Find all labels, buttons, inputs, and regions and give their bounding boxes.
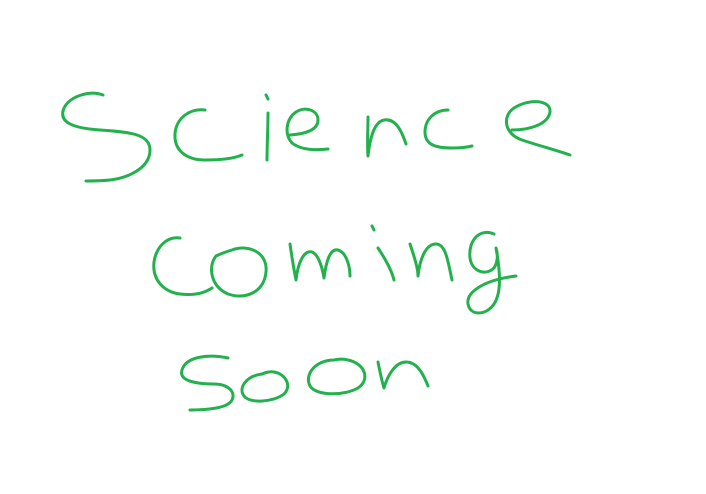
stroke-n2 (408, 242, 454, 282)
stroke-i-dot (264, 93, 270, 101)
stroke-C (152, 236, 214, 296)
paint-canvas: Science Coming soon (0, 0, 706, 494)
stroke-c1 (173, 108, 244, 162)
handwritten-word-coming (152, 224, 518, 315)
stroke-n3 (376, 360, 430, 390)
stroke-e1 (285, 107, 330, 152)
stroke-o3 (307, 357, 367, 396)
stroke-o2 (240, 370, 290, 403)
stroke-c2 (423, 108, 474, 150)
stroke-n (366, 115, 408, 158)
stroke-i2 (376, 246, 396, 282)
handwritten-word-soon (180, 354, 430, 412)
stroke-i (265, 111, 270, 162)
stroke-i2-dot (370, 224, 376, 232)
stroke-s (180, 354, 235, 412)
stroke-S (61, 91, 152, 183)
stroke-m (288, 242, 352, 282)
handwriting-drawing (61, 91, 572, 412)
handwritten-word-science (61, 91, 572, 183)
stroke-g (466, 231, 518, 315)
stroke-e2 (505, 100, 572, 157)
stroke-o1 (210, 246, 268, 298)
